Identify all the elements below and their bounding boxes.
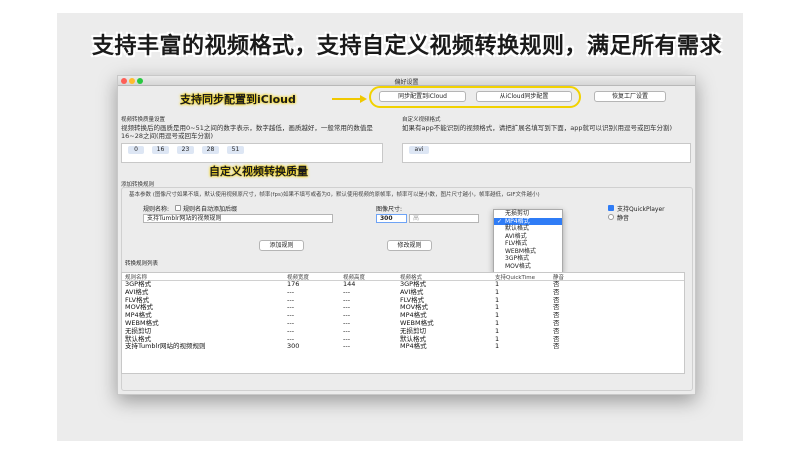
quality-chip[interactable]: 28 (202, 146, 219, 154)
format-option[interactable]: 默认格式 (494, 225, 562, 233)
table-cell: --- (287, 295, 295, 304)
restore-defaults-button[interactable]: 恢复工厂设置 (594, 91, 666, 102)
format-option[interactable]: WEBM格式 (494, 248, 562, 256)
table-cell: 否 (553, 334, 560, 343)
width-input[interactable]: 300 (376, 214, 407, 223)
custom-format-section-label: 自定义视频格式 (402, 117, 441, 123)
table-cell: --- (343, 287, 351, 296)
table-cell: 144 (343, 280, 356, 288)
checkmark-icon: ✓ (497, 217, 503, 225)
table-cell: 1 (495, 303, 500, 312)
rule-name-label: 规则名称: (143, 206, 170, 213)
table-cell: 1 (495, 287, 500, 296)
promo-headline: 支持丰富的视频格式，支持自定义视频转换规则，满足所有需求 (92, 34, 723, 59)
table-cell: 1 (495, 318, 500, 327)
table-cell: 1 (495, 280, 500, 288)
format-option[interactable]: MOV格式 (494, 263, 562, 271)
quality-chip[interactable]: 0 (128, 146, 144, 154)
table-cell: --- (343, 326, 351, 335)
table-cell: --- (287, 287, 295, 296)
quality-callout: 自定义视频转换质量 (209, 165, 308, 178)
quality-description: 视频转换后的画质是用0~51之间的数字表示，数字越低，画质越好，一般常用的数值是… (121, 124, 373, 140)
auto-suffix-label: 规则名自动添加后缀 (183, 206, 238, 213)
table-cell: 否 (553, 280, 560, 288)
format-option[interactable]: 无损剪切 (494, 210, 562, 218)
sync-to-icloud-button[interactable]: 同步配置到iCloud (379, 91, 466, 102)
table-cell: --- (287, 326, 295, 335)
table-cell: --- (343, 311, 351, 320)
quicktime-checkbox[interactable] (608, 205, 614, 211)
quality-chip[interactable]: 51 (227, 146, 244, 154)
table-cell: --- (343, 295, 351, 304)
rules-table[interactable]: 规则名称 视频宽度 视频高度 视频格式 支持QuickTime 静音 3GP格式… (121, 272, 685, 374)
column-header[interactable]: 支持QuickTime (495, 273, 553, 281)
table-cell: 否 (553, 287, 560, 296)
table-cell: 否 (553, 295, 560, 304)
modify-rule-button[interactable]: 修改规则 (387, 240, 432, 251)
table-cell: 300 (287, 342, 300, 351)
column-header[interactable]: 视频高度 (343, 273, 400, 281)
table-cell: --- (343, 303, 351, 312)
rule-name-input[interactable]: 支持Tumblr网站的视频规则 (143, 214, 333, 223)
table-cell: 1 (495, 311, 500, 320)
table-cell: --- (287, 303, 295, 312)
table-cell: 1 (495, 326, 500, 335)
custom-format-field[interactable]: avi (402, 143, 691, 163)
format-option[interactable]: AVI格式 (494, 233, 562, 241)
format-option[interactable]: 3GP格式 (494, 255, 562, 263)
column-header[interactable]: 视频宽度 (287, 273, 343, 281)
table-cell: --- (287, 318, 295, 327)
table-cell: 1 (495, 342, 500, 351)
table-cell: --- (343, 342, 351, 351)
callout-arrow-icon (360, 95, 367, 103)
table-cell: 1 (495, 295, 500, 304)
add-rule-button[interactable]: 添加规则 (259, 240, 304, 251)
icloud-callout: 支持同步配置到iCloud (180, 93, 296, 106)
table-cell: 1 (495, 334, 500, 343)
quality-values-field[interactable]: 0 16 23 28 51 (121, 143, 383, 163)
table-body: 3GP格式 176 144 3GP格式 1 否 AVI格式 --- --- AVI格式 1 否 FLV格… (122, 280, 684, 351)
mute-toggle[interactable] (608, 214, 614, 220)
table-cell: 否 (553, 342, 560, 351)
table-cell: --- (287, 311, 295, 320)
rules-table-label: 转换规则列表 (125, 261, 159, 267)
image-size-label: 图像尺寸: (376, 206, 403, 213)
column-header[interactable]: 视频格式 (400, 273, 495, 281)
table-cell: 否 (553, 303, 560, 312)
table-cell: 否 (553, 318, 560, 327)
column-header[interactable]: 静音 (553, 273, 613, 281)
table-cell: MP4格式 (400, 342, 427, 351)
table-cell: 否 (553, 326, 560, 335)
auto-suffix-checkbox[interactable] (175, 205, 181, 211)
video-format-menu[interactable]: 无损剪切 ✓ MP4格式 默认格式 AVI格式 FLV格式 WEBM格式 3GP格… (493, 209, 563, 274)
callout-arrow-line (332, 98, 362, 100)
table-cell: 支持Tumblr网站的视频规则 (125, 342, 206, 351)
add-rule-hint: 基本参数 (图像尺寸如果不填，默认使用视频原尺寸，帧率(fps)如果不填写或者为… (129, 192, 540, 198)
mute-label: 静音 (617, 215, 630, 222)
format-chip[interactable]: avi (409, 146, 429, 154)
table-cell: --- (343, 334, 351, 343)
custom-format-description: 如果有app不能识别的视频格式，请把扩展名填写到下面，app就可以识别(用逗号或… (402, 124, 673, 132)
sync-from-icloud-button[interactable]: 从iCloud同步配置 (476, 91, 572, 102)
table-row[interactable]: 支持Tumblr网站的视频规则 300 --- MP4格式 1 否 (122, 343, 684, 351)
format-option[interactable]: FLV格式 (494, 240, 562, 248)
table-cell: --- (343, 318, 351, 327)
quality-chip[interactable]: 16 (152, 146, 169, 154)
table-cell: 否 (553, 311, 560, 320)
column-header[interactable]: 规则名称 (122, 273, 287, 281)
quality-chip[interactable]: 23 (177, 146, 194, 154)
window-title: 偏好设置 (394, 79, 419, 86)
table-cell: 176 (287, 280, 300, 288)
preferences-window: 偏好设置 支持同步配置到iCloud 同步配置到iCloud 从iCloud同步… (117, 75, 696, 395)
height-input[interactable]: 高 (409, 214, 479, 223)
title-bar: 偏好设置 (118, 76, 695, 86)
quality-section-label: 视频转换质量设置 (121, 117, 166, 123)
quicktime-label: 支持QuickPlayer (617, 206, 665, 213)
format-option-selected[interactable]: ✓ MP4格式 (494, 217, 562, 225)
